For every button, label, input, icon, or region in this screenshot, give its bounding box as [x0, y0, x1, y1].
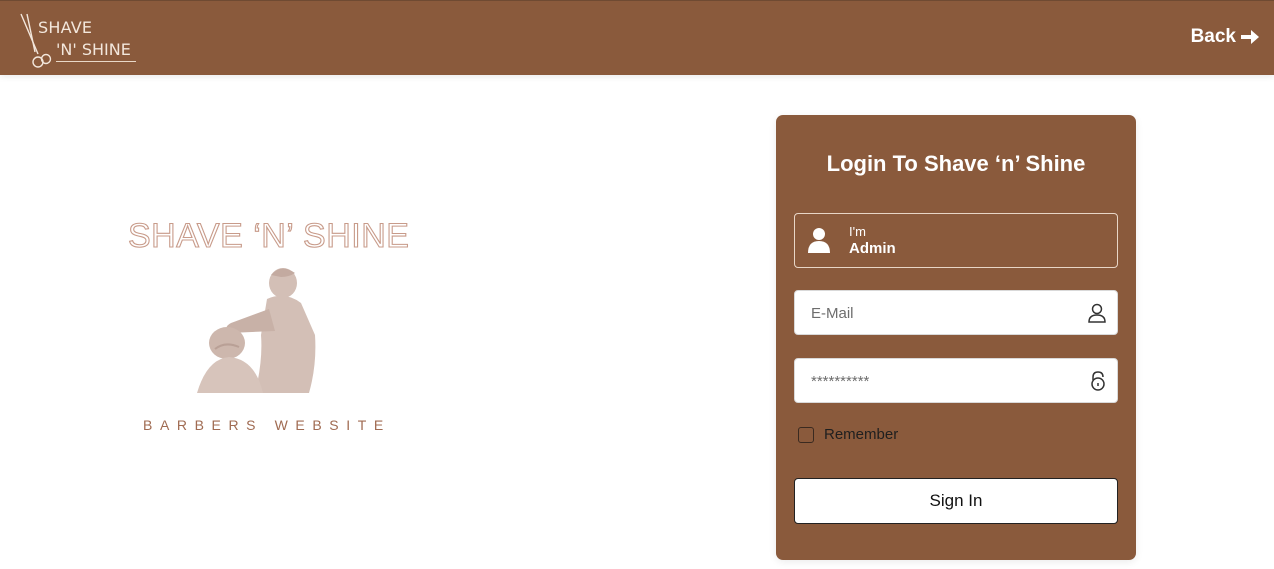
logo-text-line2: 'N' SHINE	[56, 40, 131, 59]
password-input[interactable]	[809, 359, 1083, 404]
password-field	[794, 358, 1118, 404]
login-card: Login To Shave ‘n’ Shine I'm Admin Remem…	[776, 115, 1136, 560]
logo-text-line1: SHAVE	[38, 18, 93, 37]
lock-icon	[1091, 371, 1105, 391]
back-label: Back	[1190, 26, 1236, 47]
email-input[interactable]	[809, 291, 1083, 336]
user-outline-icon	[1088, 303, 1106, 323]
brand-logo[interactable]: SHAVE 'N' SHINE	[18, 12, 140, 70]
hero-title: SHAVE ‘N’ SHINE	[127, 216, 410, 255]
hero-logo: SHAVE ‘N’ SHINE BARBERS WEBSITE	[110, 215, 420, 445]
role-value: Admin	[849, 240, 896, 257]
user-solid-icon	[808, 228, 830, 253]
back-link[interactable]: Back	[1191, 26, 1260, 48]
email-field	[794, 290, 1118, 336]
barber-illustration	[197, 268, 316, 393]
logo-underline	[56, 61, 136, 62]
remember-label: Remember	[824, 426, 899, 443]
sign-in-button[interactable]: Sign In	[794, 478, 1118, 524]
role-selector[interactable]: I'm Admin	[794, 213, 1118, 268]
top-navbar: SHAVE 'N' SHINE Back	[0, 0, 1274, 75]
role-label: I'm	[849, 224, 866, 239]
remember-row: Remember	[798, 426, 898, 443]
remember-checkbox[interactable]	[798, 426, 814, 443]
login-title: Login To Shave ‘n’ Shine	[826, 151, 1086, 176]
hero-subtitle: BARBERS WEBSITE	[143, 417, 391, 433]
arrow-right-icon	[1241, 30, 1259, 44]
